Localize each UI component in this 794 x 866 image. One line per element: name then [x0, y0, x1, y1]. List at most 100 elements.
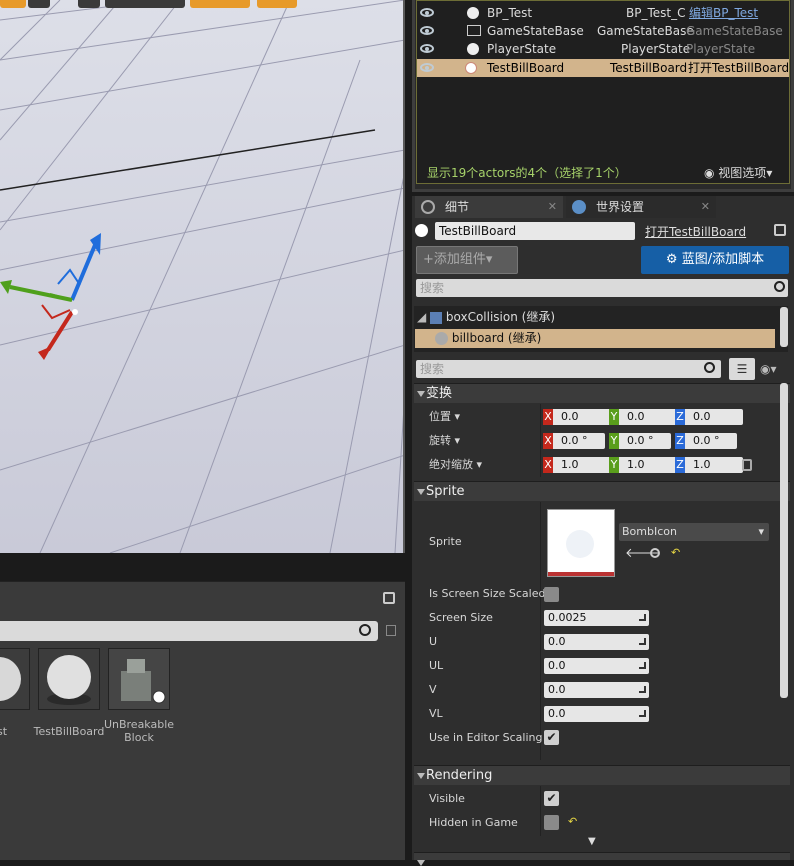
- plus-icon: +: [423, 252, 434, 267]
- v-label: V: [429, 683, 437, 696]
- sprite-asset-dropdown[interactable]: BombIcon ▾: [619, 523, 769, 541]
- world-local-button[interactable]: [28, 0, 50, 8]
- ul-field[interactable]: 0.0: [544, 658, 649, 674]
- hidden-in-game-checkbox[interactable]: [544, 815, 559, 830]
- visibility-eye-icon[interactable]: [420, 44, 434, 53]
- section-rendering[interactable]: Rendering: [414, 765, 790, 785]
- section-sprite[interactable]: Sprite: [414, 481, 790, 501]
- scale-snap-button[interactable]: [257, 0, 297, 8]
- location-y-field[interactable]: 0.0: [619, 409, 677, 425]
- asset-thumbnail[interactable]: [38, 648, 100, 710]
- property-search-input[interactable]: 搜索: [416, 360, 721, 378]
- rotation-x-field[interactable]: 0.0 °: [553, 433, 605, 449]
- visibility-eye-icon[interactable]: [420, 8, 434, 17]
- open-blueprint-link[interactable]: 打开TestBillBoard: [645, 223, 746, 240]
- surface-snap-button[interactable]: [78, 0, 100, 8]
- expand-advanced-icon[interactable]: ▼: [588, 836, 596, 847]
- scrollbar[interactable]: [780, 383, 788, 698]
- tab-world-settings[interactable]: 世界设置 ✕: [566, 196, 716, 218]
- property-matrix-button[interactable]: ☰: [729, 358, 755, 380]
- component-search-input[interactable]: 搜索: [416, 279, 788, 297]
- actor-name-field[interactable]: TestBillBoard: [435, 222, 635, 240]
- component-label: billboard (继承): [451, 331, 542, 345]
- tab-details[interactable]: 细节 ✕: [415, 196, 563, 218]
- scale-z-field[interactable]: 1.0: [685, 457, 743, 473]
- vl-field[interactable]: 0.0: [544, 706, 649, 722]
- screen-size-label: Screen Size: [429, 611, 493, 624]
- box-collision-icon: [430, 311, 443, 324]
- reset-arrow-icon[interactable]: ↶: [568, 815, 577, 828]
- collapse-arrow-icon: ◢: [417, 310, 427, 324]
- column-divider: [540, 404, 541, 477]
- eye-icon[interactable]: ◉▾: [760, 362, 777, 376]
- section-transform[interactable]: 变换: [414, 383, 790, 403]
- billboard-icon: [435, 332, 448, 345]
- blueprint-button-label: 蓝图/添加脚本: [681, 252, 765, 267]
- close-icon[interactable]: ✕: [548, 196, 557, 218]
- screen-size-scaled-checkbox[interactable]: [544, 587, 559, 602]
- sprite-thumbnail[interactable]: [547, 509, 615, 577]
- level-viewport[interactable]: [0, 0, 405, 553]
- v-field[interactable]: 0.0: [544, 682, 649, 698]
- outliner-row[interactable]: PlayerState PlayerState PlayerState: [417, 40, 789, 58]
- asset-label: TestBillBoard: [33, 725, 105, 738]
- visibility-eye-icon[interactable]: [420, 63, 434, 72]
- rotation-snap-button[interactable]: [190, 0, 250, 8]
- lock-scale-icon[interactable]: [742, 459, 752, 471]
- actor-type: GameStateBase: [597, 24, 694, 38]
- rotation-z-field[interactable]: 0.0 °: [685, 433, 737, 449]
- asset-thumbnail[interactable]: [108, 648, 170, 710]
- lock-icon[interactable]: [383, 592, 395, 604]
- browse-search-icon[interactable]: [650, 548, 660, 558]
- save-icon[interactable]: [386, 625, 396, 636]
- visible-label: Visible: [429, 792, 465, 805]
- lock-icon[interactable]: [774, 224, 786, 236]
- scrollbar[interactable]: [780, 307, 788, 347]
- view-options-button[interactable]: ◉ 视图选项▾: [704, 164, 772, 181]
- content-search-input[interactable]: [0, 621, 378, 641]
- actor-name: TestBillBoard: [487, 61, 565, 75]
- component-label: boxCollision (继承): [445, 310, 556, 324]
- component-row[interactable]: ◢ boxCollision (继承): [417, 308, 555, 327]
- visible-checkbox[interactable]: ✔: [544, 791, 559, 806]
- details-icon: [421, 200, 435, 214]
- reset-arrow-icon[interactable]: ↶: [671, 546, 680, 559]
- rotation-label[interactable]: 旋转 ▾: [429, 434, 460, 448]
- section-next[interactable]: [414, 852, 790, 866]
- gears-icon: ⚙: [665, 252, 682, 267]
- globe-icon: [572, 200, 586, 214]
- edit-link[interactable]: 编辑BP_Test: [689, 4, 758, 22]
- editor-scaling-checkbox[interactable]: ✔: [544, 730, 559, 745]
- vl-label: VL: [429, 707, 443, 720]
- actor-class: PlayerState: [686, 42, 756, 56]
- asset-thumbnail[interactable]: [0, 648, 30, 710]
- scale-y-field[interactable]: 1.0: [619, 457, 677, 473]
- viewport-grid: [0, 0, 403, 553]
- actor-type: PlayerState: [621, 42, 691, 56]
- add-component-button[interactable]: +添加组件▾: [416, 246, 518, 274]
- screen-size-field[interactable]: 0.0025: [544, 610, 649, 626]
- close-icon[interactable]: ✕: [701, 196, 710, 218]
- sprite-label: Sprite: [429, 535, 462, 548]
- u-field[interactable]: 0.0: [544, 634, 649, 650]
- u-label: U: [429, 635, 438, 648]
- component-row-selected[interactable]: billboard (继承): [415, 329, 775, 348]
- outliner-row[interactable]: GameStateBase GameStateBase GameStateBas…: [417, 22, 789, 40]
- outliner-row[interactable]: BP_Test BP_Test_C 编辑BP_Test: [417, 4, 789, 22]
- chevron-down-icon: ▾: [758, 525, 764, 538]
- rotation-y-field[interactable]: 0.0 °: [619, 433, 671, 449]
- blueprint-add-script-button[interactable]: ⚙ 蓝图/添加脚本: [641, 246, 789, 274]
- search-icon: [774, 281, 785, 292]
- scale-x-field[interactable]: 1.0: [553, 457, 611, 473]
- outliner-row-selected[interactable]: TestBillBoard TestBillBoard 打开TestBillBo…: [417, 59, 789, 77]
- location-z-field[interactable]: 0.0: [685, 409, 743, 425]
- location-label[interactable]: 位置 ▾: [429, 410, 460, 424]
- scale-label[interactable]: 绝对缩放 ▾: [429, 458, 482, 472]
- actor-name: BP_Test: [487, 6, 533, 20]
- visibility-eye-icon[interactable]: [420, 26, 434, 35]
- grid-snap-button[interactable]: [105, 0, 185, 8]
- location-x-field[interactable]: 0.0: [553, 409, 611, 425]
- open-link[interactable]: 打开TestBillBoard: [688, 59, 788, 77]
- transform-mode-button[interactable]: [0, 0, 26, 8]
- actor-class: GameStateBase: [686, 24, 783, 38]
